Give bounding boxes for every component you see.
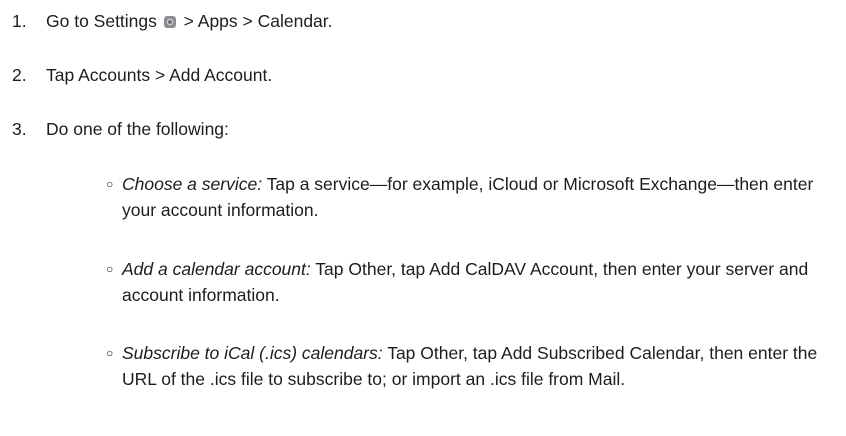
option-add-calendar-account: ○ Add a calendar account: Tap Other, tap…	[106, 256, 832, 308]
step-2: 2. Tap Accounts > Add Account.	[12, 62, 272, 88]
step-number: 3.	[12, 119, 27, 139]
step-text-start: Go to Settings	[46, 11, 157, 31]
step-3: 3. Do one of the following:	[12, 116, 229, 142]
option-title: Subscribe to iCal (.ics) calendars:	[122, 343, 383, 363]
option-title: Choose a service:	[122, 174, 263, 194]
bullet-icon: ○	[106, 177, 114, 191]
step-text: Go to Settings > Apps > Calendar.	[46, 8, 333, 34]
option-text: Choose a service: Tap a service—for exam…	[122, 171, 832, 223]
bullet-icon: ○	[106, 346, 114, 360]
option-text: Subscribe to iCal (.ics) calendars: Tap …	[122, 340, 832, 392]
instructions-page: 1. Go to Settings > Apps > Calendar. 2. …	[0, 0, 846, 436]
option-choose-service: ○ Choose a service: Tap a service—for ex…	[106, 171, 832, 223]
step-text: Do one of the following:	[46, 119, 229, 139]
option-title: Add a calendar account:	[122, 259, 311, 279]
option-text: Add a calendar account: Tap Other, tap A…	[122, 256, 832, 308]
option-subscribe-ical: ○ Subscribe to iCal (.ics) calendars: Ta…	[106, 340, 832, 392]
step-text: Tap Accounts > Add Account.	[46, 65, 273, 85]
settings-gear-icon	[163, 16, 176, 28]
bullet-icon: ○	[106, 262, 114, 276]
step-1: 1. Go to Settings > Apps > Calendar.	[12, 8, 333, 34]
step-number: 2.	[12, 65, 27, 85]
step-text-end: > Apps > Calendar.	[183, 11, 333, 31]
step-number: 1.	[12, 11, 27, 31]
